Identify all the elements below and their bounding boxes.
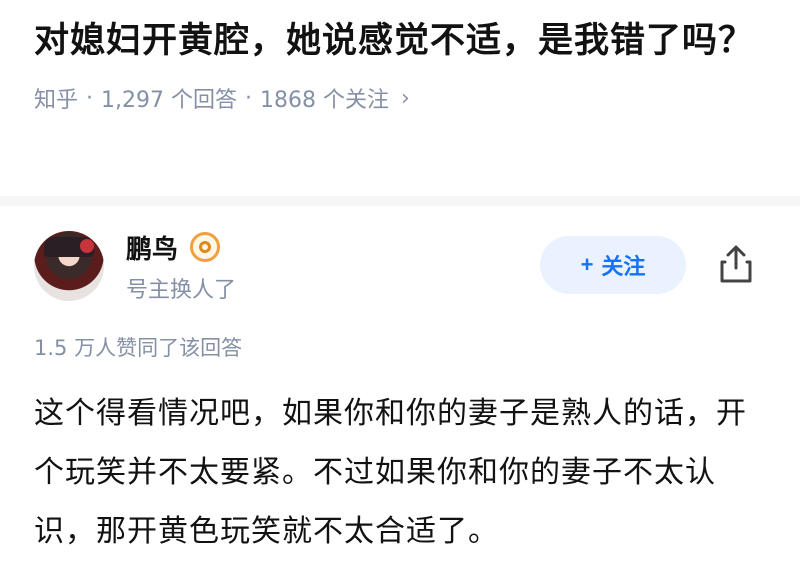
- separator-dot: ·: [245, 85, 252, 111]
- separator-dot: ·: [86, 85, 94, 111]
- question-header: 对媳妇开黄腔，她说感觉不适，是我错了吗？ 知乎 · 1,297 个回答 · 18…: [0, 0, 800, 114]
- answers-count: 1,297 个回答: [101, 88, 237, 113]
- author-name-row: 鹏鸟: [126, 229, 236, 266]
- share-icon[interactable]: [714, 242, 758, 286]
- question-meta[interactable]: 知乎 · 1,297 个回答 · 1868 个关注 ›: [34, 82, 766, 114]
- plus-icon: +: [580, 252, 594, 277]
- section-divider: [0, 196, 800, 206]
- followers-count: 1868 个关注: [260, 88, 389, 113]
- avatar-flower: [80, 239, 94, 253]
- source-label: 知乎: [34, 88, 79, 113]
- answer-text[interactable]: 这个得看情况吧，如果你和你的妻子是熟人的话，开个玩笑并不太要紧。不过如果你和你的…: [34, 384, 754, 561]
- follow-label: 关注: [601, 254, 646, 279]
- eye-badge-icon: [190, 232, 221, 262]
- avatar[interactable]: [34, 231, 104, 301]
- follow-button[interactable]: + 关注: [540, 236, 686, 294]
- author-bio: 号主换人了: [126, 277, 237, 303]
- author-info: 鹏鸟 号主换人了: [126, 229, 236, 304]
- author-row: 鹏鸟 号主换人了 + 关注: [34, 226, 774, 306]
- likes-count: 1.5 万人赞同了该回答: [34, 336, 243, 360]
- question-title[interactable]: 对媳妇开黄腔，她说感觉不适，是我错了吗？: [34, 14, 754, 68]
- chevron-right-icon: ›: [400, 85, 410, 111]
- author-name[interactable]: 鹏鸟: [126, 229, 178, 266]
